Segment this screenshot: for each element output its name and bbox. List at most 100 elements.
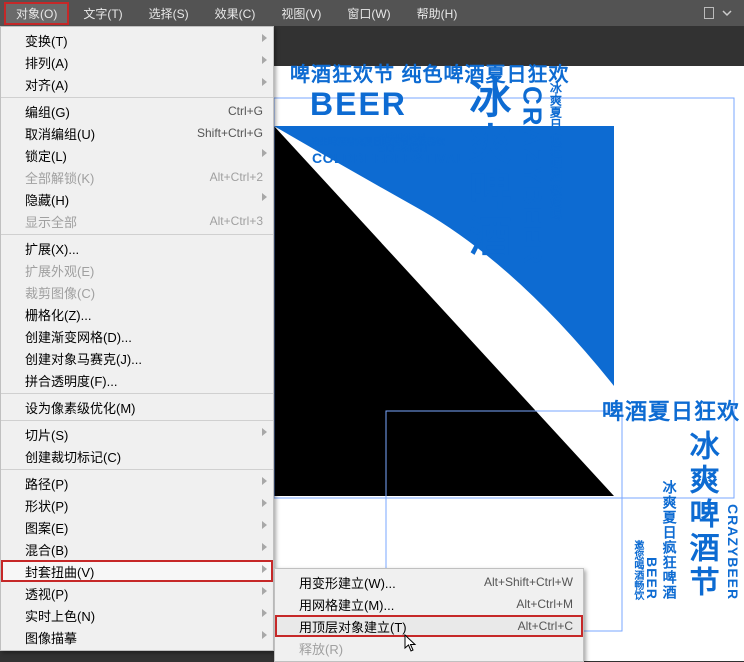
object-menu-item-5-shortcut: Shift+Ctrl+G xyxy=(197,126,263,140)
menu-type[interactable]: 文字(T) xyxy=(71,2,134,25)
chevron-right-icon xyxy=(262,587,267,595)
object-menu-item-17[interactable]: 拼合透明度(F)... xyxy=(1,369,273,391)
chevron-right-icon xyxy=(262,193,267,201)
envelope-distort-submenu: 用变形建立(W)...Alt+Shift+Ctrl+W用网格建立(M)...Al… xyxy=(274,568,584,662)
object-menu-item-9-label: 显示全部 xyxy=(25,212,210,231)
envelope-submenu-item-1-label: 用网格建立(M)... xyxy=(299,595,516,614)
object-menu-item-24-label: 路径(P) xyxy=(25,474,263,493)
arrange-docs-icon[interactable] xyxy=(704,7,714,19)
menu-window[interactable]: 窗口(W) xyxy=(335,2,402,25)
chevron-right-icon xyxy=(262,631,267,639)
object-menu-item-17-label: 拼合透明度(F)... xyxy=(25,371,263,390)
object-menu-item-27[interactable]: 混合(B) xyxy=(1,538,273,560)
object-menu-item-21[interactable]: 切片(S) xyxy=(1,423,273,445)
object-menu-item-16[interactable]: 创建对象马赛克(J)... xyxy=(1,347,273,369)
object-menu-item-25-label: 形状(P) xyxy=(25,496,263,515)
object-menu-item-25[interactable]: 形状(P) xyxy=(1,494,273,516)
object-menu-item-15[interactable]: 创建渐变网格(D)... xyxy=(1,325,273,347)
object-menu-item-26[interactable]: 图案(E) xyxy=(1,516,273,538)
art-vert-main: 冰爽啤酒 xyxy=(468,76,506,260)
envelope-submenu-item-1[interactable]: 用网格建立(M)...Alt+Ctrl+M xyxy=(275,593,583,615)
object-menu-item-26-label: 图案(E) xyxy=(25,518,263,537)
chevron-right-icon xyxy=(262,477,267,485)
object-menu: 变换(T)排列(A)对齐(A)编组(G)Ctrl+G取消编组(U)Shift+C… xyxy=(0,26,274,651)
envelope-submenu-item-2[interactable]: 用顶层对象建立(T)Alt+Ctrl+C xyxy=(275,615,583,637)
chevron-right-icon xyxy=(262,565,267,573)
object-menu-item-14[interactable]: 栅格化(Z)... xyxy=(1,303,273,325)
object-menu-item-22[interactable]: 创建裁切标记(C) xyxy=(1,445,273,467)
object-menu-item-4-shortcut: Ctrl+G xyxy=(228,104,263,118)
object-menu-item-11-label: 扩展(X)... xyxy=(25,239,263,258)
object-menu-item-1-label: 排列(A) xyxy=(25,53,263,72)
object-menu-item-5-label: 取消编组(U) xyxy=(25,124,197,143)
object-menu-item-13: 裁剪图像(C) xyxy=(1,281,273,303)
object-menu-item-0-label: 变换(T) xyxy=(25,31,263,50)
menu-view[interactable]: 视图(V) xyxy=(269,2,333,25)
chevron-right-icon xyxy=(262,428,267,436)
chevron-right-icon xyxy=(262,609,267,617)
object-menu-item-2-label: 对齐(A) xyxy=(25,75,263,94)
art-beer: BEER xyxy=(310,90,407,119)
art-headline: 啤酒狂欢节 纯色啤酒夏日狂欢 xyxy=(290,66,570,84)
envelope-submenu-item-0-shortcut: Alt+Shift+Ctrl+W xyxy=(484,575,573,589)
object-menu-item-29[interactable]: 透视(P) xyxy=(1,582,273,604)
object-menu-item-9-shortcut: Alt+Ctrl+3 xyxy=(210,214,263,228)
chevron-right-icon xyxy=(262,149,267,157)
object-menu-item-7-label: 全部解锁(K) xyxy=(25,168,210,187)
art-block2-main: 冰爽啤酒节 xyxy=(679,430,723,600)
menu-select[interactable]: 选择(S) xyxy=(137,2,201,25)
object-menu-item-12-label: 扩展外观(E) xyxy=(25,261,263,280)
menu-object[interactable]: 对象(O) xyxy=(4,2,69,25)
object-menu-item-13-label: 裁剪图像(C) xyxy=(25,283,263,302)
envelope-submenu-item-3: 释放(R) xyxy=(275,637,583,659)
object-menu-item-31[interactable]: 图像描摹 xyxy=(1,626,273,648)
mouse-cursor-icon xyxy=(404,634,418,652)
object-menu-item-19[interactable]: 设为像素级优化(M) xyxy=(1,396,273,418)
chevron-down-icon[interactable] xyxy=(722,8,732,18)
art-coldfest: COLDBEERFESTIVAL xyxy=(312,152,465,165)
chevron-right-icon xyxy=(262,499,267,507)
chevron-right-icon xyxy=(262,521,267,529)
art-block2-beer: BEER xyxy=(644,430,659,600)
object-menu-item-11[interactable]: 扩展(X)... xyxy=(1,237,273,259)
object-menu-item-4[interactable]: 编组(G)Ctrl+G xyxy=(1,100,273,122)
chevron-right-icon xyxy=(262,543,267,551)
object-menu-item-4-label: 编组(G) xyxy=(25,102,228,121)
chevron-right-icon xyxy=(262,34,267,42)
object-menu-item-15-label: 创建渐变网格(D)... xyxy=(25,327,263,346)
object-menu-item-30[interactable]: 实时上色(N) xyxy=(1,604,273,626)
object-menu-item-31-label: 图像描摹 xyxy=(25,628,263,647)
object-menu-item-24[interactable]: 路径(P) xyxy=(1,472,273,494)
envelope-submenu-item-2-label: 用顶层对象建立(T) xyxy=(299,617,518,636)
object-menu-item-28-label: 封套扭曲(V) xyxy=(25,562,263,581)
envelope-submenu-item-1-shortcut: Alt+Ctrl+M xyxy=(516,597,573,611)
object-menu-item-14-label: 栅格化(Z)... xyxy=(25,305,263,324)
art-block2-xs: 邀您喝酒畅饮 xyxy=(631,430,642,600)
object-menu-item-2[interactable]: 对齐(A) xyxy=(1,73,273,95)
chevron-right-icon xyxy=(262,78,267,86)
object-menu-item-5[interactable]: 取消编组(U)Shift+Ctrl+G xyxy=(1,122,273,144)
envelope-submenu-item-2-shortcut: Alt+Ctrl+C xyxy=(518,619,573,633)
object-menu-item-12: 扩展外观(E) xyxy=(1,259,273,281)
object-menu-item-16-label: 创建对象马赛克(J)... xyxy=(25,349,263,368)
object-menu-item-8[interactable]: 隐藏(H) xyxy=(1,188,273,210)
object-menu-item-6-label: 锁定(L) xyxy=(25,146,263,165)
object-menu-item-1[interactable]: 排列(A) xyxy=(1,51,273,73)
chevron-right-icon xyxy=(262,56,267,64)
object-menu-item-9: 显示全部Alt+Ctrl+3 xyxy=(1,210,273,232)
object-menu-item-19-label: 设为像素级优化(M) xyxy=(25,398,263,417)
object-menu-item-0[interactable]: 变换(T) xyxy=(1,29,273,51)
object-menu-item-21-label: 切片(S) xyxy=(25,425,263,444)
object-menu-item-6[interactable]: 锁定(L) xyxy=(1,144,273,166)
envelope-submenu-item-0[interactable]: 用变形建立(W)...Alt+Shift+Ctrl+W xyxy=(275,571,583,593)
menu-effect[interactable]: 效果(C) xyxy=(203,2,268,25)
menu-help[interactable]: 帮助(H) xyxy=(405,2,470,25)
object-menu-item-8-label: 隐藏(H) xyxy=(25,190,263,209)
object-menu-item-7: 全部解锁(K)Alt+Ctrl+2 xyxy=(1,166,273,188)
object-menu-item-28[interactable]: 封套扭曲(V) xyxy=(1,560,273,582)
art-block2-head: 啤酒夏日狂欢 xyxy=(520,394,740,426)
envelope-submenu-item-3-label: 释放(R) xyxy=(299,639,573,658)
object-menu-item-7-shortcut: Alt+Ctrl+2 xyxy=(210,170,263,184)
menubar: 对象(O) 文字(T) 选择(S) 效果(C) 视图(V) 窗口(W) 帮助(H… xyxy=(0,0,744,26)
art-vert-crazy: CRAZYBEER xyxy=(520,86,543,266)
